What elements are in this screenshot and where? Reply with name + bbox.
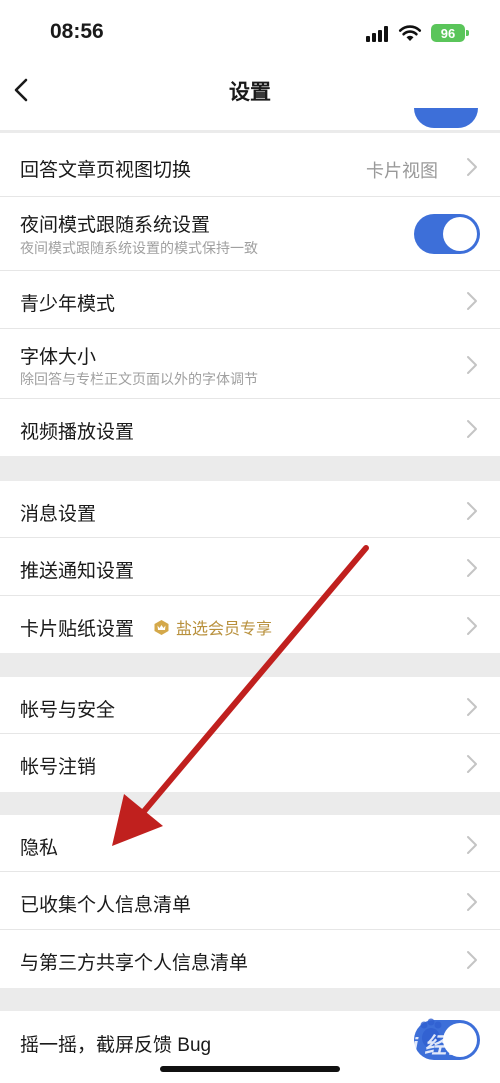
row-sublabel: 夜间模式跟随系统设置的模式保持一致 bbox=[20, 240, 258, 256]
row-night-mode-follow-system: 夜间模式跟随系统设置 夜间模式跟随系统设置的模式保持一致 bbox=[0, 197, 500, 271]
status-bar: 08:56 96 bbox=[0, 0, 500, 60]
row-label: 推送通知设置 bbox=[20, 561, 135, 582]
settings-section-display: 回答文章页视图切换 卡片视图 夜间模式跟随系统设置 夜间模式跟随系统设置的模式保… bbox=[0, 133, 500, 456]
row-account-cancellation[interactable]: 帐号注销 bbox=[0, 734, 500, 792]
crown-badge-icon bbox=[154, 619, 169, 635]
vip-badge-text: 盐选会员专享 bbox=[176, 621, 273, 638]
chevron-right-icon bbox=[466, 616, 478, 636]
row-label: 字体大小 bbox=[20, 347, 97, 368]
row-message-settings[interactable]: 消息设置 bbox=[0, 481, 500, 538]
battery-nub bbox=[466, 30, 469, 36]
toggle-knob bbox=[443, 217, 477, 251]
row-label: 青少年模式 bbox=[20, 294, 116, 315]
row-label: 已收集个人信息清单 bbox=[20, 895, 192, 916]
partially-hidden-toggle[interactable] bbox=[414, 108, 478, 128]
settings-section-account: 帐号与安全 帐号注销 bbox=[0, 677, 500, 792]
chevron-right-icon bbox=[466, 892, 478, 912]
row-label: 帐号与安全 bbox=[20, 700, 116, 721]
row-label: 消息设置 bbox=[20, 504, 97, 525]
row-label: 卡片贴纸设置 bbox=[20, 619, 135, 640]
row-teen-mode[interactable]: 青少年模式 bbox=[0, 271, 500, 329]
wifi-icon bbox=[398, 25, 422, 41]
chevron-right-icon bbox=[466, 157, 478, 177]
chevron-right-icon bbox=[466, 558, 478, 578]
row-privacy[interactable]: 隐私 bbox=[0, 815, 500, 872]
row-label: 视频播放设置 bbox=[20, 422, 135, 443]
row-label: 隐私 bbox=[20, 838, 59, 859]
row-third-party-sharing-list[interactable]: 与第三方共享个人信息清单 bbox=[0, 930, 500, 988]
row-value: 卡片视图 bbox=[366, 161, 438, 181]
row-account-security[interactable]: 帐号与安全 bbox=[0, 677, 500, 734]
chevron-right-icon bbox=[466, 291, 478, 311]
settings-section-privacy: 隐私 已收集个人信息清单 与第三方共享个人信息清单 bbox=[0, 815, 500, 988]
night-mode-toggle[interactable] bbox=[414, 214, 480, 254]
chevron-right-icon bbox=[466, 355, 478, 375]
row-sublabel: 除回答与专栏正文页面以外的字体调节 bbox=[20, 371, 258, 387]
row-label: 夜间模式跟随系统设置 bbox=[20, 215, 211, 236]
settings-section-notifications: 消息设置 推送通知设置 卡片贴纸设置 盐选会员专享 bbox=[0, 481, 500, 653]
chevron-right-icon bbox=[466, 950, 478, 970]
home-indicator[interactable] bbox=[160, 1066, 340, 1072]
chevron-right-icon bbox=[466, 501, 478, 521]
chevron-right-icon bbox=[466, 754, 478, 774]
row-push-notifications[interactable]: 推送通知设置 bbox=[0, 538, 500, 596]
page-title: 设置 bbox=[229, 81, 271, 104]
row-label: 帐号注销 bbox=[20, 757, 97, 778]
row-card-sticker-settings[interactable]: 卡片贴纸设置 盐选会员专享 bbox=[0, 596, 500, 653]
chevron-right-icon bbox=[466, 835, 478, 855]
row-label: 回答文章页视图切换 bbox=[20, 160, 192, 181]
chevron-right-icon bbox=[466, 697, 478, 717]
row-video-playback[interactable]: 视频播放设置 bbox=[0, 399, 500, 456]
chevron-right-icon bbox=[466, 419, 478, 439]
watermark-text: Bai 经验 bbox=[384, 1033, 469, 1058]
vip-badge: 盐选会员专享 bbox=[153, 615, 272, 639]
row-answer-view-switch[interactable]: 回答文章页视图切换 卡片视图 bbox=[0, 133, 500, 197]
row-label: 摇一摇，截屏反馈 Bug bbox=[20, 1035, 212, 1056]
row-label: 与第三方共享个人信息清单 bbox=[20, 953, 249, 974]
status-time: 08:56 bbox=[50, 20, 104, 43]
cellular-signal-icon bbox=[366, 26, 390, 42]
row-font-size[interactable]: 字体大小 除回答与专栏正文页面以外的字体调节 bbox=[0, 329, 500, 399]
row-collected-info-list[interactable]: 已收集个人信息清单 bbox=[0, 872, 500, 930]
battery-icon: 96 bbox=[431, 24, 465, 42]
battery-level: 96 bbox=[440, 25, 456, 41]
